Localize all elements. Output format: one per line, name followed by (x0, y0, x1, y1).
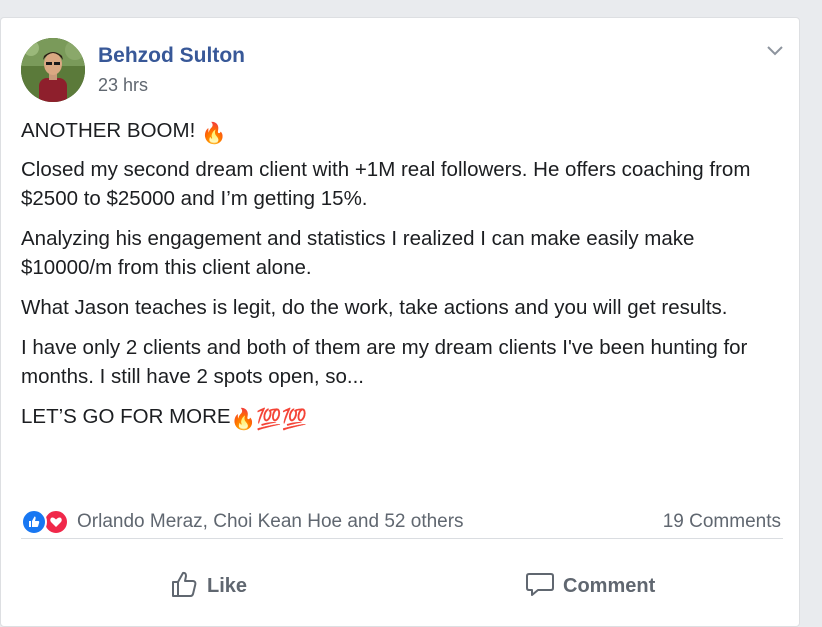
reactions-summary[interactable]: Orlando Meraz, Choi Kean Hoe and 52 othe… (21, 508, 464, 536)
post-paragraph: I have only 2 clients and both of them a… (21, 336, 748, 388)
like-label: Like (207, 574, 248, 597)
reaction-names[interactable]: Orlando Meraz, Choi Kean Hoe and 52 othe… (77, 511, 464, 533)
comment-button[interactable]: Comment (525, 564, 655, 608)
divider (21, 538, 783, 539)
paragraph-text: ANOTHER BOOM! (21, 119, 196, 142)
like-reaction-icon (21, 509, 47, 535)
post-body: ANOTHER BOOM! 🔥 Closed my second dream c… (21, 116, 791, 445)
speech-bubble-icon (525, 569, 555, 604)
thumbs-up-icon (169, 569, 199, 604)
hundred-emoji: 💯 (256, 408, 282, 431)
post-timestamp[interactable]: 23 hrs (98, 75, 148, 96)
comments-count[interactable]: 19 Comments (663, 511, 781, 533)
chevron-down-icon[interactable] (765, 44, 785, 58)
post-card: Behzod Sulton 23 hrs ANOTHER BOOM! 🔥 Clo… (0, 17, 800, 627)
avatar[interactable] (21, 38, 85, 102)
post-paragraph: Analyzing his engagement and statistics … (21, 227, 695, 279)
comment-label: Comment (563, 574, 656, 597)
fire-emoji: 🔥 (230, 408, 257, 431)
post-paragraph: Closed my second dream client with +1M r… (21, 158, 751, 210)
hundred-emoji: 💯 (281, 408, 308, 431)
paragraph-text: LET’S GO FOR MORE (21, 405, 231, 428)
author-name[interactable]: Behzod Sulton (98, 44, 245, 68)
like-button[interactable]: Like (169, 564, 247, 608)
post-paragraph: What Jason teaches is legit, do the work… (21, 296, 728, 319)
post-paragraph: ANOTHER BOOM! 🔥 (21, 116, 791, 148)
post-paragraph: LET’S GO FOR MORE🔥💯💯 (21, 402, 791, 434)
fire-emoji: 🔥 (200, 122, 227, 145)
